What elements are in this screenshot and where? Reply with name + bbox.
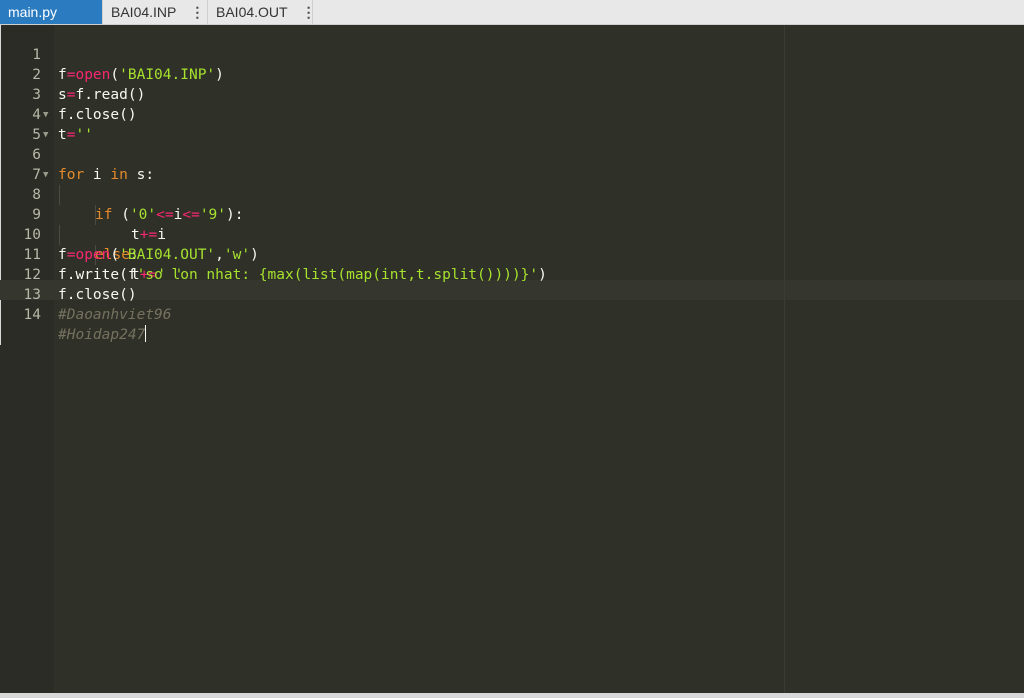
code-line[interactable]: 3 f.close() — [0, 65, 1024, 123]
code-line[interactable]: 6 ▼ if ('0'<=i<='9'): — [0, 125, 1024, 223]
more-vertical-icon[interactable]: ⋮ — [302, 4, 316, 21]
code-line[interactable]: 9 t+=' ' — [0, 185, 1024, 283]
code-line[interactable]: 7 t+=i — [0, 145, 1024, 243]
code-line[interactable]: 12 f.close() — [0, 245, 1024, 303]
code-line[interactable]: 5 ▼ for i in s: — [0, 105, 1024, 183]
tab-bai04-out[interactable]: BAI04.OUT ⋮ — [208, 0, 316, 24]
code-line[interactable]: 10 f=open('BAI04.OUT','w') — [0, 205, 1024, 263]
code-line[interactable]: 8 ▼ else: — [0, 165, 1024, 263]
code-line[interactable]: 13 #Daoanhviet96 — [0, 265, 1024, 323]
tab-label: main.py — [8, 4, 58, 20]
tab-bai04-inp[interactable]: BAI04.INP ⋮ — [103, 0, 208, 24]
fold-arrow-icon[interactable]: ▼ — [43, 105, 48, 125]
code-line[interactable]: 14 #Hoidap247 — [0, 285, 1024, 343]
code-line[interactable]: 1 f=open('BAI04.INP') — [0, 25, 1024, 83]
fold-arrow-icon[interactable]: ▼ — [43, 165, 48, 185]
tab-bar: main.py BAI04.INP ⋮ BAI04.OUT ⋮ — [0, 0, 1024, 25]
status-bar — [0, 693, 1024, 698]
tab-main-py[interactable]: main.py — [0, 0, 103, 24]
code-line[interactable]: 2 s=f.read() — [0, 45, 1024, 103]
text-cursor — [145, 325, 147, 342]
more-vertical-icon[interactable]: ⋮ — [190, 4, 204, 21]
fold-arrow-icon[interactable]: ▼ — [43, 125, 48, 145]
code-line[interactable]: 4 t='' — [0, 85, 1024, 143]
tab-label: BAI04.OUT — [216, 4, 288, 20]
code-editor[interactable]: 1 f=open('BAI04.INP') 2 s=f.read() 3 f.c… — [0, 25, 1024, 693]
line-number: 14 — [23, 307, 41, 323]
tab-label: BAI04.INP — [111, 4, 177, 20]
code-line[interactable]: 11 f.write(f'so lon nhat: {max(list(map(… — [0, 225, 1024, 283]
